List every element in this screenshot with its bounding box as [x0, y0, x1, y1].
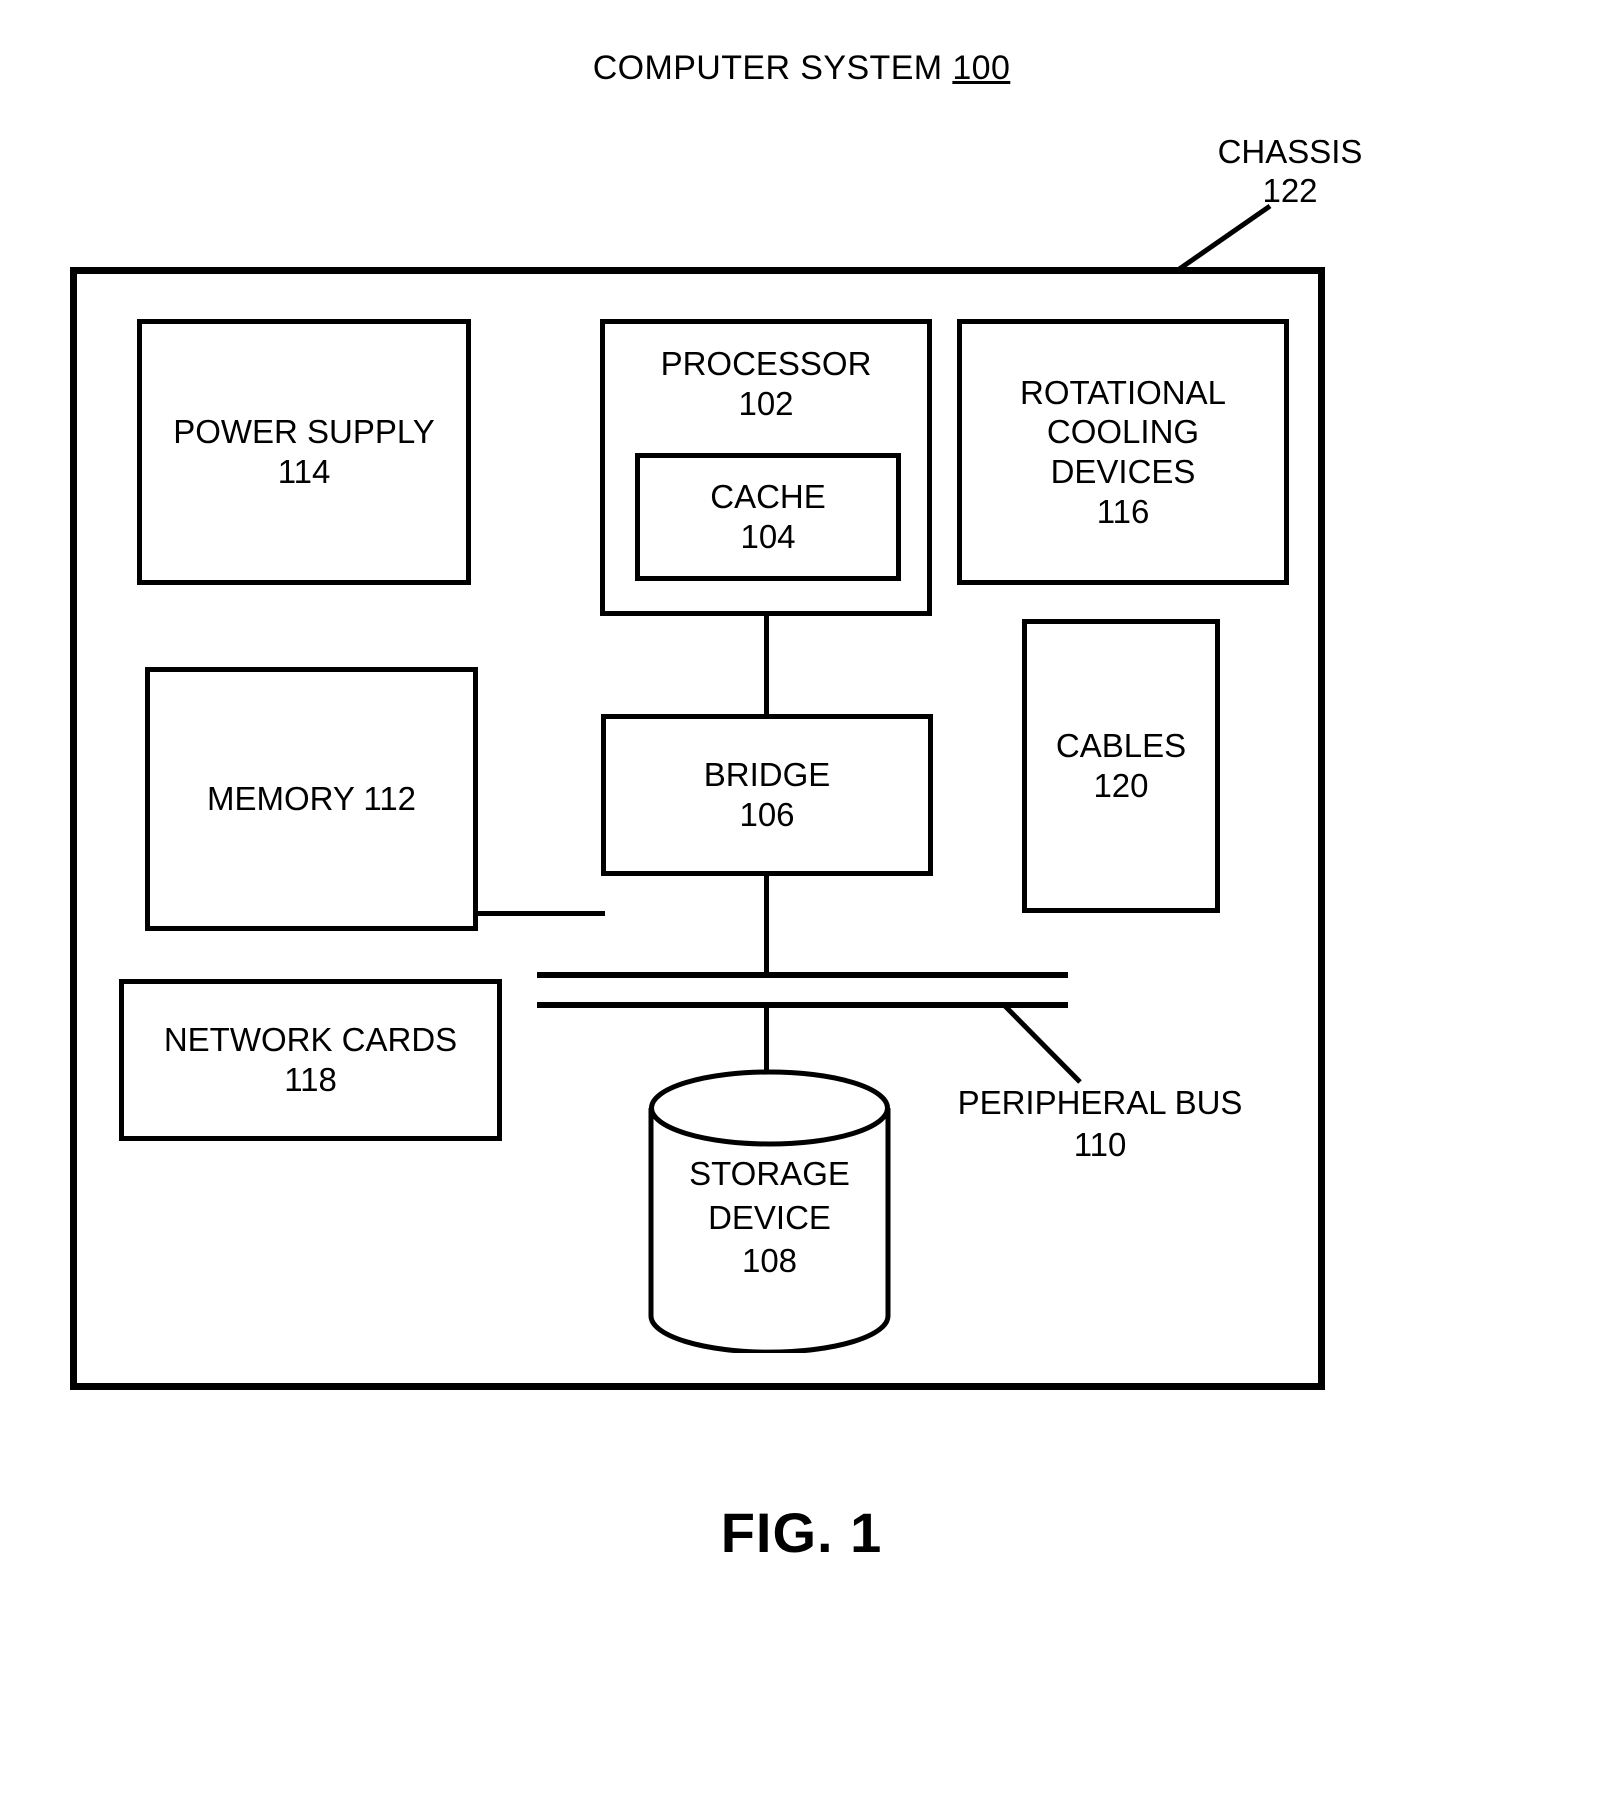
- page-title: COMPUTER SYSTEM 100: [0, 48, 1603, 88]
- peripheral-bus-leader-line: [1003, 1004, 1082, 1084]
- connector-bridge-to-peripheral-bus: [764, 873, 769, 978]
- block-processor-label: PROCESSOR 102: [660, 345, 872, 422]
- block-bridge-label: BRIDGE 106: [703, 756, 831, 833]
- page-title-reference-number: 100: [952, 49, 1011, 87]
- block-power-supply: POWER SUPPLY 114: [137, 319, 471, 585]
- connector-processor-to-bridge: [764, 613, 769, 717]
- figure-number: FIG. 1: [720, 1501, 883, 1564]
- block-cache-label: CACHE 104: [710, 478, 826, 555]
- chassis-label-text: CHASSIS: [1217, 133, 1363, 170]
- block-bridge: BRIDGE 106: [601, 714, 933, 876]
- connector-memory-to-bridge: [474, 911, 605, 916]
- peripheral-bus-reference-number: 110: [1073, 1126, 1127, 1164]
- figure-page: COMPUTER SYSTEM 100 CHASSIS 122 POWER SUP…: [0, 0, 1603, 1794]
- storage-device-label: STORAGE DEVICE 108: [689, 1155, 850, 1280]
- block-power-supply-label: POWER SUPPLY 114: [173, 413, 435, 490]
- block-rotational-cooling-devices: ROTATIONAL COOLING DEVICES 116: [957, 319, 1289, 585]
- block-rotational-cooling-devices-label: ROTATIONAL COOLING DEVICES 116: [1020, 373, 1226, 530]
- block-cables: CABLES 120: [1022, 619, 1220, 913]
- peripheral-bus-rail-top: [537, 972, 1068, 978]
- block-cache: CACHE 104: [635, 453, 901, 581]
- page-title-text: COMPUTER SYSTEM: [592, 49, 953, 87]
- block-network-cards-label: NETWORK CARDS 118: [163, 1021, 458, 1098]
- block-cables-label: CABLES 120: [1055, 727, 1187, 804]
- block-memory: MEMORY 112: [145, 667, 478, 931]
- block-network-cards: NETWORK CARDS 118: [119, 979, 502, 1141]
- block-memory-label: MEMORY 112: [206, 780, 417, 818]
- peripheral-bus-label-text: PERIPHERAL BUS: [957, 1084, 1243, 1121]
- peripheral-bus-rail-bottom: [537, 1002, 1068, 1008]
- peripheral-bus-callout-label: PERIPHERAL BUS 110: [930, 1082, 1270, 1166]
